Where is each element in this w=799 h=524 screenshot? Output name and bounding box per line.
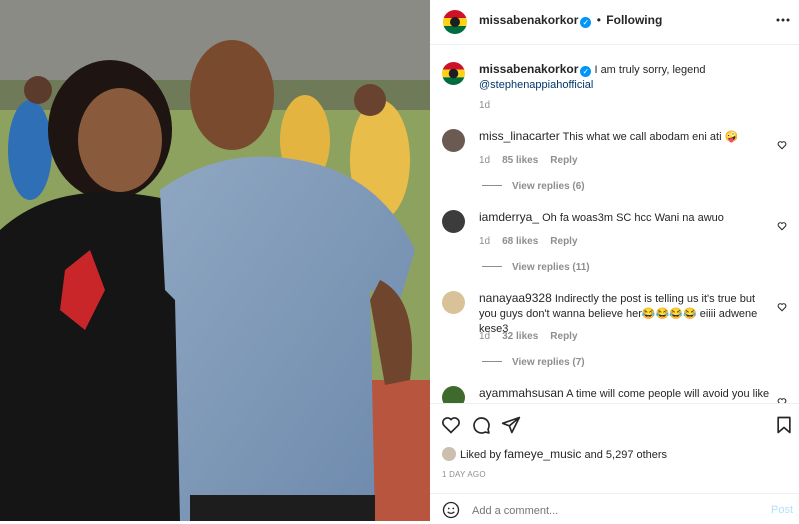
author-username[interactable]: missabenakorkor bbox=[479, 13, 578, 27]
reply-button[interactable]: Reply bbox=[550, 236, 577, 247]
comment-author[interactable]: iamderrya_ bbox=[479, 210, 539, 224]
comment-body: This what we call abodam eni ati 🤪 bbox=[562, 131, 739, 143]
like-comment-heart-icon[interactable] bbox=[777, 218, 787, 231]
caption-author[interactable]: missabenakorkor bbox=[479, 62, 578, 76]
likes-count[interactable]: 5,297 others bbox=[606, 449, 667, 461]
caption-mention[interactable]: @stephenappiahofficial bbox=[479, 79, 593, 91]
share-paper-plane-icon[interactable] bbox=[501, 415, 521, 435]
view-replies-divider bbox=[482, 185, 502, 186]
comment-body: A time will come people will avoid you l… bbox=[566, 388, 769, 400]
comment-meta: 1d 32 likes Reply bbox=[479, 331, 590, 342]
comment-text: iamderrya_ Oh fa woas3m SC hcc Wani na a… bbox=[479, 210, 769, 226]
caption-text: missabenakorkor ✓ I am truly sorry, legen… bbox=[479, 62, 769, 93]
comment-author[interactable]: nanayaa9328 bbox=[479, 291, 552, 305]
view-replies-divider bbox=[482, 361, 502, 362]
like-comment-heart-icon[interactable] bbox=[777, 137, 787, 150]
comment-meta: 1d 68 likes Reply bbox=[479, 236, 590, 247]
liked-by-and: and bbox=[584, 449, 603, 461]
post-image bbox=[0, 0, 430, 521]
comment-time[interactable]: 1d bbox=[479, 236, 490, 247]
liked-by-user[interactable]: fameye_music bbox=[504, 447, 581, 461]
view-replies-button[interactable]: View replies (7) bbox=[482, 357, 585, 368]
view-replies-label: View replies (11) bbox=[512, 262, 590, 273]
comment-body: Oh fa woas3m SC hcc Wani na awuo bbox=[542, 212, 724, 224]
comment-author[interactable]: ayammahsusan bbox=[479, 386, 564, 400]
comment-likes[interactable]: 68 likes bbox=[502, 236, 538, 247]
comment-time[interactable]: 1d bbox=[479, 331, 490, 342]
reply-button[interactable]: Reply bbox=[550, 155, 577, 166]
comment-author[interactable]: miss_linacarter bbox=[479, 129, 560, 143]
reply-button[interactable]: Reply bbox=[550, 331, 577, 342]
like-heart-icon[interactable] bbox=[441, 415, 461, 435]
emoji-icon[interactable] bbox=[442, 501, 460, 519]
author-avatar[interactable] bbox=[443, 10, 467, 34]
follow-separator: • bbox=[596, 13, 601, 27]
post-comment-button[interactable]: Post bbox=[771, 504, 793, 516]
post-side-panel: missabenakorkor ✓ • Following missabenako… bbox=[430, 0, 799, 521]
liked-by-avatar[interactable] bbox=[442, 447, 456, 461]
comment-input[interactable] bbox=[470, 501, 744, 521]
commenter-avatar[interactable] bbox=[442, 386, 465, 403]
comment-likes[interactable]: 85 likes bbox=[502, 155, 538, 166]
comment-text: miss_linacarter This what we call abodam… bbox=[479, 129, 769, 145]
post-photo[interactable] bbox=[0, 0, 430, 521]
post-actions: Liked by fameye_music and 5,297 others 1… bbox=[430, 403, 799, 494]
view-replies-button[interactable]: View replies (11) bbox=[482, 262, 590, 273]
view-replies-divider bbox=[482, 266, 502, 267]
comment-bubble-icon[interactable] bbox=[471, 415, 491, 435]
more-horizontal-icon[interactable] bbox=[776, 13, 790, 27]
save-bookmark-icon[interactable] bbox=[774, 415, 794, 435]
comment-meta: 1d 85 likes Reply bbox=[479, 155, 590, 166]
commenter-avatar[interactable] bbox=[442, 291, 465, 314]
post-timestamp[interactable]: 1 DAY AGO bbox=[442, 470, 486, 479]
verified-badge-icon: ✓ bbox=[580, 66, 592, 77]
comment-likes[interactable]: 32 likes bbox=[502, 331, 538, 342]
following-button[interactable]: Following bbox=[606, 13, 662, 27]
post-header: missabenakorkor ✓ • Following bbox=[430, 0, 799, 45]
view-replies-button[interactable]: View replies (6) bbox=[482, 181, 585, 192]
verified-badge-icon: ✓ bbox=[580, 17, 592, 28]
like-comment-heart-icon[interactable] bbox=[777, 299, 787, 312]
author-avatar[interactable] bbox=[442, 62, 465, 85]
liked-by-prefix: Liked by bbox=[460, 449, 501, 461]
commenter-avatar[interactable] bbox=[442, 129, 465, 152]
like-comment-heart-icon[interactable] bbox=[777, 394, 787, 403]
caption-meta: 1d bbox=[479, 100, 502, 111]
add-comment-bar: Post bbox=[430, 493, 799, 522]
comment-text: ayammahsusan A time will come people wil… bbox=[479, 386, 769, 402]
caption-time[interactable]: 1d bbox=[479, 100, 490, 111]
comment-time[interactable]: 1d bbox=[479, 155, 490, 166]
view-replies-label: View replies (6) bbox=[512, 181, 585, 192]
liked-by: Liked by fameye_music and 5,297 others bbox=[442, 447, 667, 461]
comments-list[interactable]: missabenakorkor ✓ I am truly sorry, legen… bbox=[430, 45, 799, 403]
commenter-avatar[interactable] bbox=[442, 210, 465, 233]
caption-body: I am truly sorry, legend bbox=[594, 64, 706, 76]
view-replies-label: View replies (7) bbox=[512, 357, 585, 368]
